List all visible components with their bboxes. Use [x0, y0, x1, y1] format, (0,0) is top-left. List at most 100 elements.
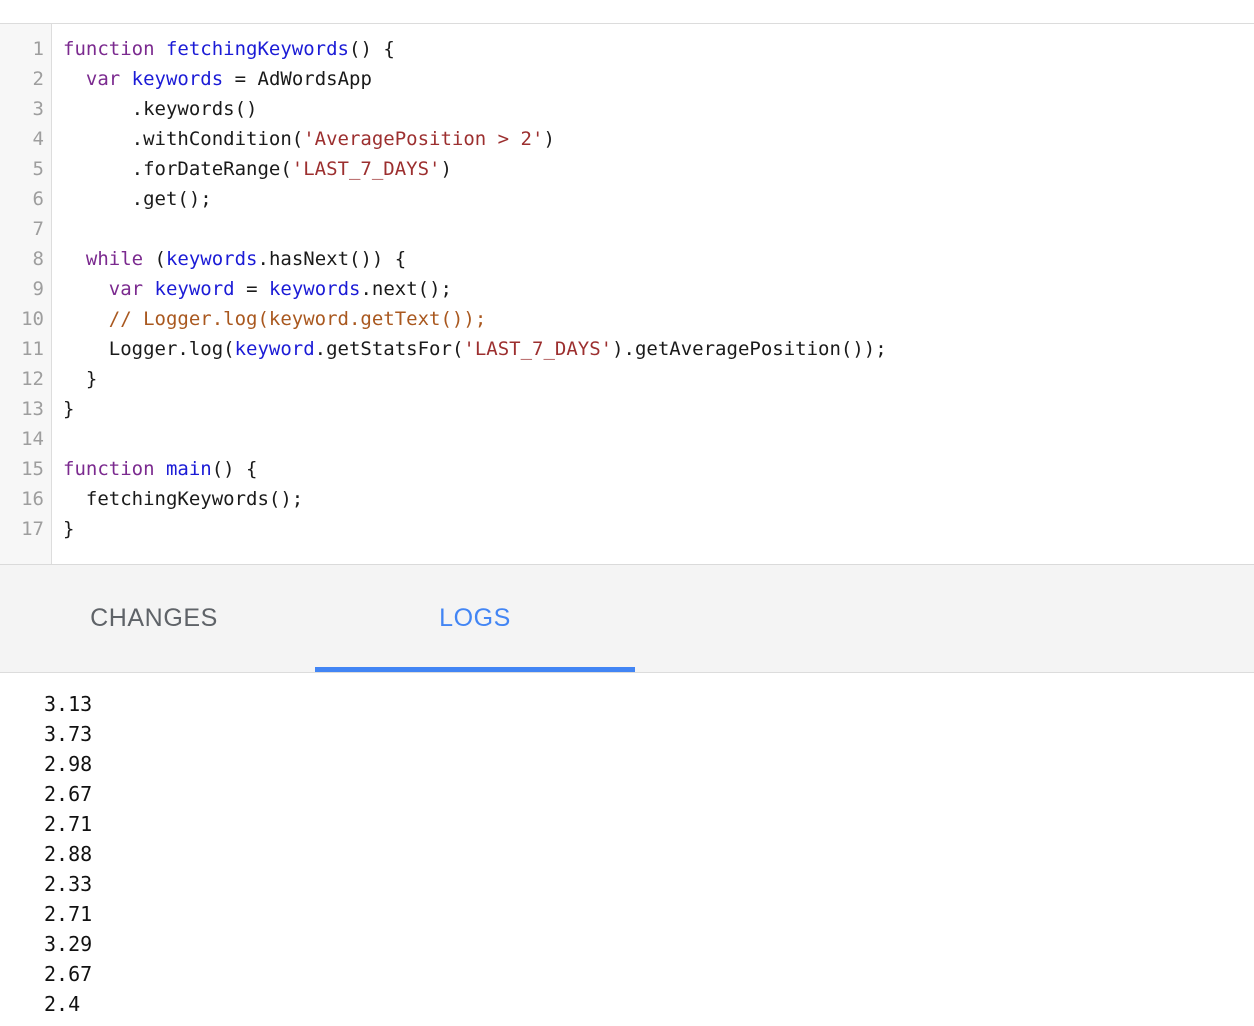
- code-token: main: [166, 458, 212, 480]
- code-token: [63, 308, 109, 330]
- code-token: function: [63, 38, 155, 60]
- code-token: keywords: [269, 278, 361, 300]
- code-token: [155, 458, 166, 480]
- log-line: 3.29: [44, 929, 1254, 959]
- code-token: [63, 278, 109, 300]
- line-number: 15: [0, 454, 51, 484]
- log-line: 2.33: [44, 869, 1254, 899]
- code-token: function: [63, 458, 155, 480]
- code-token: [143, 278, 154, 300]
- code-token: var: [109, 278, 143, 300]
- code-line[interactable]: while (keywords.hasNext()) {: [63, 244, 1254, 274]
- code-token: [120, 68, 131, 90]
- code-token: while: [86, 248, 143, 270]
- code-token: 'AveragePosition > 2': [303, 128, 543, 150]
- code-token: .next();: [360, 278, 452, 300]
- code-line[interactable]: }: [63, 364, 1254, 394]
- top-spacer: [0, 0, 1254, 24]
- code-token: // Logger.log(keyword.getText());: [109, 308, 487, 330]
- line-number: 3: [0, 94, 51, 124]
- code-line[interactable]: .forDateRange('LAST_7_DAYS'): [63, 154, 1254, 184]
- code-line[interactable]: }: [63, 394, 1254, 424]
- code-token: keywords: [166, 248, 258, 270]
- code-token: ): [543, 128, 554, 150]
- code-line[interactable]: var keywords = AdWordsApp: [63, 64, 1254, 94]
- line-number: 9: [0, 274, 51, 304]
- tab-logs[interactable]: LOGS: [315, 565, 635, 672]
- code-token: ).getAveragePosition());: [612, 338, 887, 360]
- log-line: 3.73: [44, 719, 1254, 749]
- code-token: .hasNext()) {: [258, 248, 407, 270]
- code-token: }: [63, 518, 74, 540]
- code-token: 'LAST_7_DAYS': [292, 158, 441, 180]
- code-token: }: [63, 398, 74, 420]
- tab-changes[interactable]: CHANGES: [0, 565, 308, 672]
- code-line[interactable]: [63, 424, 1254, 454]
- code-token: [155, 38, 166, 60]
- line-number: 6: [0, 184, 51, 214]
- line-number: 13: [0, 394, 51, 424]
- code-line[interactable]: fetchingKeywords();: [63, 484, 1254, 514]
- line-number: 7: [0, 214, 51, 244]
- tab-changes-label: CHANGES: [90, 604, 218, 633]
- tab-logs-label: LOGS: [439, 604, 511, 633]
- log-line: 2.88: [44, 839, 1254, 869]
- line-number: 8: [0, 244, 51, 274]
- line-number: 14: [0, 424, 51, 454]
- code-content[interactable]: function fetchingKeywords() { var keywor…: [52, 24, 1254, 564]
- code-token: .withCondition(: [63, 128, 303, 150]
- active-tab-indicator: [315, 667, 635, 672]
- log-line: 2.67: [44, 959, 1254, 989]
- code-token: () {: [349, 38, 395, 60]
- code-line[interactable]: [63, 214, 1254, 244]
- line-number: 12: [0, 364, 51, 394]
- code-token: (: [143, 248, 166, 270]
- log-line: 3.13: [44, 689, 1254, 719]
- tab-bar: CHANGES LOGS: [0, 565, 1254, 673]
- code-token: .getStatsFor(: [315, 338, 464, 360]
- code-token: .forDateRange(: [63, 158, 292, 180]
- code-line[interactable]: Logger.log(keyword.getStatsFor('LAST_7_D…: [63, 334, 1254, 364]
- code-line[interactable]: // Logger.log(keyword.getText());: [63, 304, 1254, 334]
- code-token: .keywords(): [63, 98, 257, 120]
- line-number: 16: [0, 484, 51, 514]
- code-line[interactable]: function main() {: [63, 454, 1254, 484]
- line-number: 10: [0, 304, 51, 334]
- line-number: 4: [0, 124, 51, 154]
- code-line[interactable]: function fetchingKeywords() {: [63, 34, 1254, 64]
- code-editor[interactable]: 1234567891011121314151617 function fetch…: [0, 24, 1254, 565]
- code-token: () {: [212, 458, 258, 480]
- code-token: [63, 248, 86, 270]
- code-line[interactable]: .get();: [63, 184, 1254, 214]
- line-number: 1: [0, 34, 51, 64]
- code-token: ): [441, 158, 452, 180]
- log-line: 2.71: [44, 899, 1254, 929]
- code-token: }: [63, 368, 97, 390]
- code-token: fetchingKeywords: [166, 38, 349, 60]
- line-number: 11: [0, 334, 51, 364]
- code-token: = AdWordsApp: [223, 68, 372, 90]
- code-line[interactable]: .keywords(): [63, 94, 1254, 124]
- code-line[interactable]: }: [63, 514, 1254, 544]
- code-token: var: [86, 68, 120, 90]
- code-token: 'LAST_7_DAYS': [463, 338, 612, 360]
- line-number-gutter: 1234567891011121314151617: [0, 24, 52, 564]
- code-token: [63, 68, 86, 90]
- line-number: 5: [0, 154, 51, 184]
- line-number: 17: [0, 514, 51, 544]
- code-line[interactable]: .withCondition('AveragePosition > 2'): [63, 124, 1254, 154]
- logs-output-panel[interactable]: 3.133.732.982.672.712.882.332.713.292.67…: [0, 673, 1254, 1024]
- line-number: 2: [0, 64, 51, 94]
- code-token: keyword: [155, 278, 235, 300]
- code-token: keyword: [235, 338, 315, 360]
- log-line: 2.67: [44, 779, 1254, 809]
- log-line: 2.98: [44, 749, 1254, 779]
- log-line: 2.71: [44, 809, 1254, 839]
- code-token: keywords: [132, 68, 224, 90]
- code-token: Logger.log(: [63, 338, 235, 360]
- log-line: 2.4: [44, 989, 1254, 1019]
- code-line[interactable]: var keyword = keywords.next();: [63, 274, 1254, 304]
- code-token: .get();: [63, 188, 212, 210]
- code-token: =: [235, 278, 269, 300]
- code-token: fetchingKeywords();: [63, 488, 303, 510]
